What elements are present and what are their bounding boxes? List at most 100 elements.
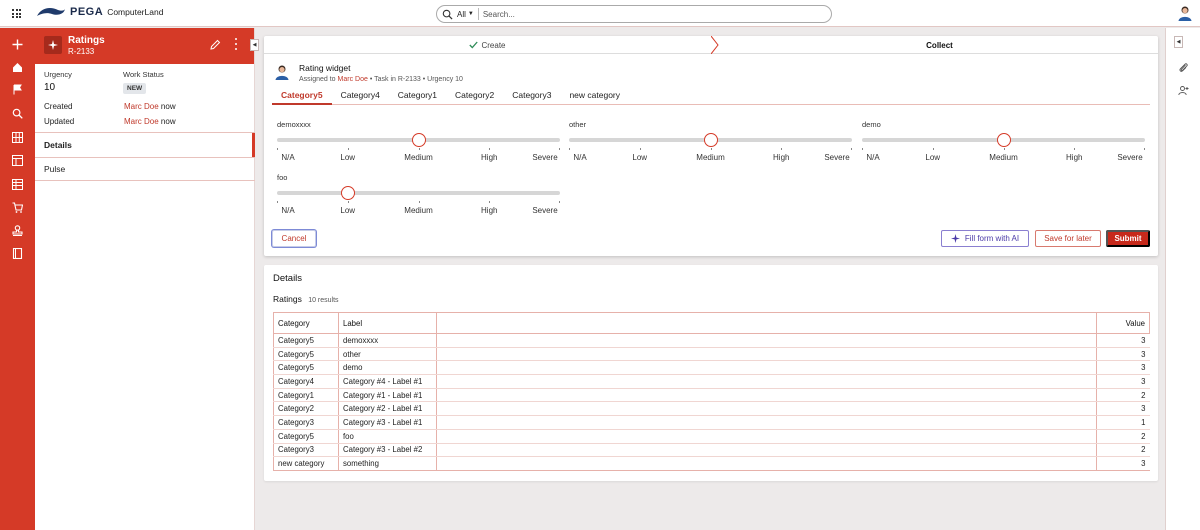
updated-row: Updated Marc Doe now (44, 117, 176, 126)
task-title: Rating widget (299, 63, 351, 73)
slider-thumb[interactable] (340, 186, 355, 200)
home-icon[interactable] (10, 60, 24, 74)
slider-tick (347, 148, 349, 150)
stage-create[interactable]: Create (264, 36, 711, 54)
search-divider (477, 8, 479, 20)
ratings-table-body: Category5 demoxxxx 3 Category5 other 3 Categor… (273, 333, 1150, 471)
stage-collect[interactable]: Collect (721, 36, 1158, 54)
scale-label: Medium (404, 206, 433, 215)
task-subtitle: Assigned to Marc Doe • Task in R-2133 • … (299, 76, 463, 83)
nav-item-pulse[interactable]: Pulse (35, 157, 255, 181)
scale-label: Medium (989, 153, 1018, 162)
app-switcher-icon[interactable] (12, 9, 21, 18)
scale-label: N/A (573, 153, 587, 162)
cell-value: 3 (1096, 347, 1150, 362)
grid-icon[interactable] (10, 130, 24, 144)
tab-category5[interactable]: Category5 (272, 90, 332, 105)
sparkle-icon (950, 234, 960, 243)
column-header-value[interactable]: Value (1096, 312, 1150, 334)
cancel-button[interactable]: Cancel (272, 230, 316, 247)
created-when: now (160, 102, 176, 111)
table-header-row: Category Label Value (273, 312, 1150, 334)
slider-thumb[interactable] (703, 133, 718, 147)
fill-form-ai-button[interactable]: Fill form with AI (941, 230, 1029, 247)
expand-utilities-button[interactable]: ◀ (1174, 36, 1183, 48)
top-bar: PEGA ComputerLand All ▼ (0, 0, 1200, 27)
slider-thumb[interactable] (996, 133, 1011, 147)
submit-button[interactable]: Submit (1106, 230, 1150, 247)
collapse-panel-button[interactable]: ◀ (250, 39, 259, 51)
search-scope-select[interactable]: All (457, 10, 466, 19)
updated-by-link[interactable]: Marc Doe (124, 117, 159, 126)
table-row: new category something 3 (273, 456, 1150, 471)
more-actions-icon[interactable] (234, 38, 238, 50)
table-icon[interactable] (10, 177, 24, 191)
pega-logo-icon (37, 8, 65, 16)
search-input[interactable] (482, 9, 813, 19)
fill-form-ai-label: Fill form with AI (964, 234, 1020, 243)
assignee-link[interactable]: Marc Doe (338, 76, 368, 83)
slider-tick (559, 148, 560, 150)
cell-value: 3 (1096, 333, 1150, 348)
rating-slider-demo: demo N/A Low Medium High Severe (862, 120, 1145, 180)
task-info: • Task in R-2133 • Urgency 10 (369, 76, 463, 83)
scale-label: Medium (404, 153, 433, 162)
scale-label: Severe (1117, 153, 1143, 162)
chevron-down-icon[interactable]: ▼ (468, 11, 474, 17)
slider-label: other (569, 120, 587, 129)
tab-category3[interactable]: Category3 (503, 90, 560, 105)
ratings-table: Category Label Value Category5 demoxxxx 3 C… (273, 312, 1150, 471)
scale-label: High (773, 153, 790, 162)
column-header-label[interactable]: Label (338, 312, 437, 334)
slider-tick (559, 201, 560, 203)
ratings-heading: Ratings 10 results (273, 294, 339, 304)
tab-category1[interactable]: Category1 (389, 90, 446, 105)
edit-icon[interactable] (210, 39, 221, 50)
plus-icon[interactable] (10, 37, 24, 51)
search-icon[interactable] (10, 106, 24, 120)
user-avatar-icon[interactable] (1177, 5, 1193, 21)
tab-new-category[interactable]: new category (560, 90, 629, 105)
scale-label: Low (925, 153, 941, 162)
cell-blank (436, 443, 1097, 458)
dashboard-icon[interactable] (10, 153, 24, 167)
stamp-icon[interactable] (10, 223, 24, 237)
cell-label: Category #4 - Label #1 (338, 374, 437, 389)
cart-icon[interactable] (10, 200, 24, 214)
slider-label: foo (277, 173, 288, 182)
status-badge: NEW (123, 83, 147, 94)
case-header: Ratings R-2133 (35, 28, 254, 64)
nav-item-details[interactable]: Details (35, 133, 255, 157)
slider-track[interactable] (277, 191, 560, 195)
created-row: Created Marc Doe now (44, 102, 176, 111)
created-label: Created (44, 102, 73, 111)
table-row: Category5 other 3 (273, 347, 1150, 362)
created-by-link[interactable]: Marc Doe (124, 102, 159, 111)
cell-label: Category #3 - Label #1 (338, 415, 437, 430)
cell-blank (436, 347, 1097, 362)
cell-label: demo (338, 360, 437, 376)
paperclip-icon[interactable] (1178, 62, 1189, 73)
save-for-later-button[interactable]: Save for later (1035, 230, 1101, 247)
cell-blank (436, 374, 1097, 389)
slider-tick (851, 148, 852, 150)
cell-category: Category2 (273, 401, 339, 417)
slider-thumb[interactable] (411, 133, 426, 147)
cell-category: Category5 (273, 429, 339, 444)
rating-slider-foo: foo N/A Low Medium High Severe (277, 173, 560, 233)
cell-category: Category1 (273, 388, 339, 403)
add-follower-icon[interactable] (1178, 85, 1189, 96)
book-icon[interactable] (10, 246, 24, 260)
tab-category4[interactable]: Category4 (332, 90, 389, 105)
slider-tick (710, 148, 712, 150)
tab-category2[interactable]: Category2 (446, 90, 503, 105)
slider-tick (1003, 148, 1005, 150)
column-header-category[interactable]: Category (273, 312, 339, 334)
cell-value: 3 (1096, 401, 1150, 417)
flag-icon[interactable] (10, 82, 24, 96)
column-header-blank (436, 312, 1097, 334)
app-logo[interactable]: PEGA ComputerLand (36, 6, 163, 18)
details-card: Details Ratings 10 results Category Labe… (264, 265, 1158, 481)
slider-tick (347, 201, 349, 203)
rating-slider-other: other N/A Low Medium High Severe (569, 120, 852, 180)
